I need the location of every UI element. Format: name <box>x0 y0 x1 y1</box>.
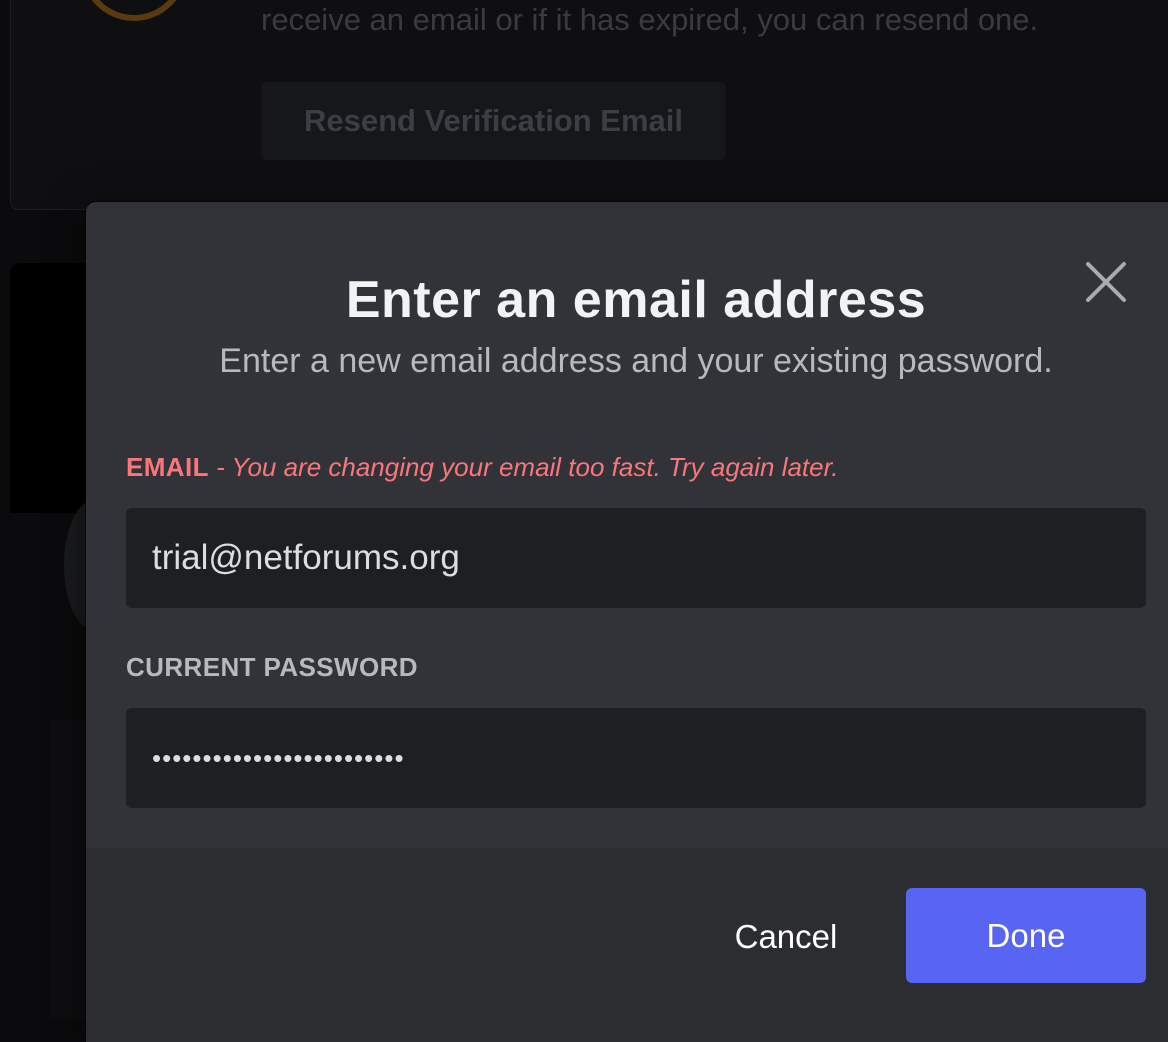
modal-subtitle: Enter a new email address and your exist… <box>219 342 1053 380</box>
verification-text: receive an email or if it has expired, y… <box>261 2 1039 37</box>
change-email-modal: Enter an email address Enter a new email… <box>86 202 1168 1042</box>
modal-title: Enter an email address <box>345 271 927 329</box>
clock-icon <box>91 0 177 21</box>
cancel-button[interactable]: Cancel <box>706 890 866 984</box>
email-label-text: EMAIL <box>126 452 209 482</box>
password-label: CURRENT PASSWORD <box>126 652 418 682</box>
close-icon[interactable] <box>1082 258 1130 306</box>
email-field-value: trial@netforums.org <box>152 538 460 577</box>
email-error-message: You are changing your email too fast. Tr… <box>231 452 839 482</box>
email-label: EMAIL - You are changing your email too … <box>126 452 839 483</box>
password-field[interactable]: ••••••••••••••••••••••••• <box>126 708 1146 808</box>
modal-footer: Cancel Done <box>86 848 1168 1042</box>
resend-verification-button[interactable]: Resend Verification Email <box>261 82 726 160</box>
password-field-value: ••••••••••••••••••••••••• <box>152 742 405 773</box>
email-field[interactable]: trial@netforums.org <box>126 508 1146 608</box>
email-separator: - <box>208 452 232 482</box>
done-button[interactable]: Done <box>906 888 1146 983</box>
